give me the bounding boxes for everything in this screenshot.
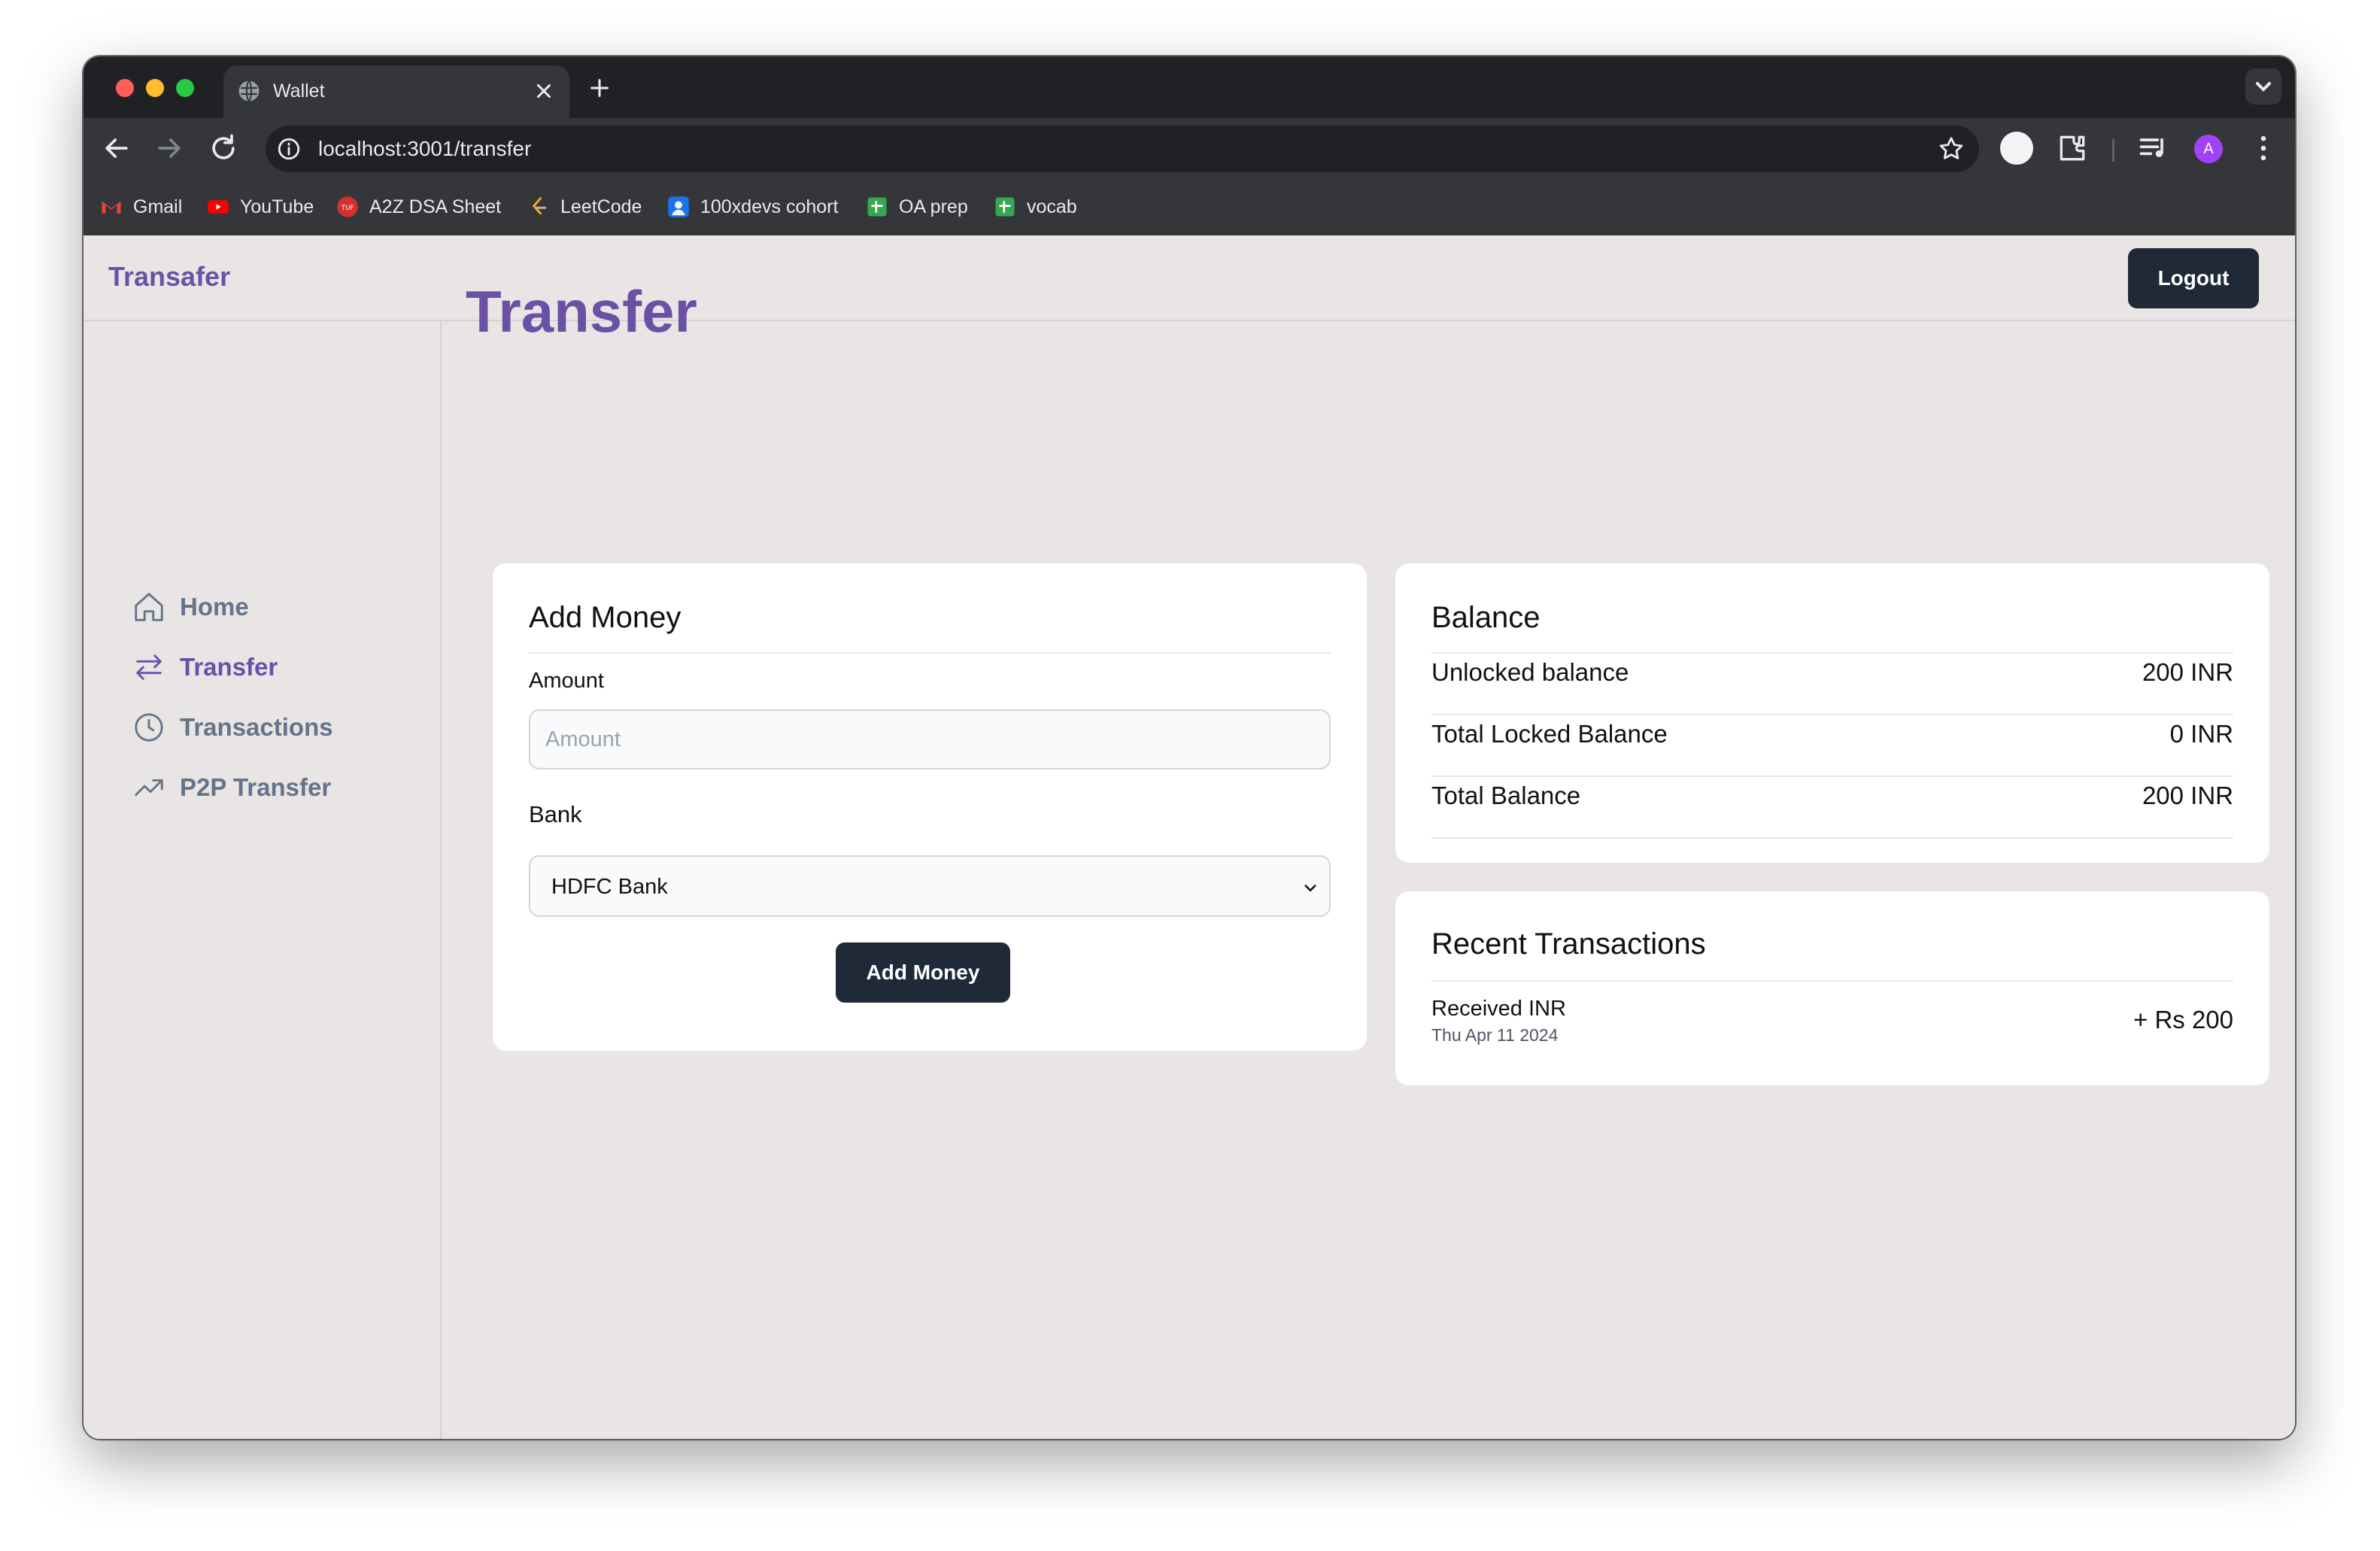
profile-avatar[interactable]: A bbox=[2194, 135, 2223, 163]
minimize-window-button[interactable] bbox=[146, 79, 164, 97]
bookmark-star-icon[interactable] bbox=[1937, 135, 1966, 163]
balance-row-total: Total Balance 200 INR bbox=[1431, 777, 2233, 839]
balance-label: Total Balance bbox=[1431, 782, 1581, 809]
card-divider bbox=[529, 652, 1331, 654]
bookmark-a2z-dsa-sheet[interactable]: TUF A2Z DSA Sheet bbox=[336, 193, 501, 220]
bookmark-100xdevs-cohort[interactable]: 100xdevs cohort bbox=[667, 193, 838, 220]
clock-icon bbox=[135, 713, 163, 742]
bank-selected-value: HDFC Bank bbox=[551, 875, 668, 899]
transaction-date: Thu Apr 11 2024 bbox=[1431, 1025, 1559, 1045]
transaction-title: Received INR bbox=[1431, 997, 1566, 1021]
gmail-icon bbox=[102, 201, 121, 214]
svg-text:TUF: TUF bbox=[341, 205, 354, 212]
bookmarks-bar: Gmail YouTube TUF A2Z DSA Sheet LeetCode bbox=[83, 178, 2295, 235]
balance-value: 200 INR bbox=[2142, 782, 2233, 809]
brand-logo[interactable]: Transafer bbox=[108, 261, 230, 293]
amount-input[interactable] bbox=[529, 709, 1331, 769]
bookmark-leetcode[interactable]: LeetCode bbox=[527, 193, 642, 220]
browser-tab[interactable]: Wallet bbox=[223, 65, 569, 118]
sidebar: Home Transfer Transactions P2P Transfer bbox=[83, 321, 442, 1439]
balance-row-locked: Total Locked Balance 0 INR bbox=[1431, 715, 2233, 777]
balance-row-unlocked: Unlocked balance 200 INR bbox=[1431, 654, 2233, 715]
page-title: Transfer bbox=[466, 278, 697, 344]
balance-value: 200 INR bbox=[2142, 658, 2233, 686]
transfer-arrows-icon bbox=[136, 654, 162, 680]
balance-card: Balance Unlocked balance 200 INR Total L… bbox=[1395, 563, 2269, 863]
bookmark-youtube[interactable]: YouTube bbox=[207, 193, 314, 220]
tab-search-button[interactable] bbox=[2245, 68, 2281, 105]
cohort-icon bbox=[668, 196, 689, 217]
tuf-icon: TUF bbox=[337, 196, 358, 217]
app-viewport: Transafer Logout Home Transfer Transacti… bbox=[83, 235, 2295, 1439]
url-text: localhost:3001/transfer bbox=[318, 137, 532, 160]
back-arrow-icon[interactable] bbox=[100, 132, 133, 165]
bank-select[interactable]: HDFC Bank bbox=[529, 855, 1331, 917]
balance-value: 0 INR bbox=[2169, 720, 2233, 748]
amount-label: Amount bbox=[529, 669, 604, 693]
sidebar-item-transactions[interactable]: Transactions bbox=[132, 705, 333, 750]
add-money-title: Add Money bbox=[529, 601, 682, 634]
recent-transactions-title: Recent Transactions bbox=[1431, 927, 1706, 961]
add-money-button[interactable]: Add Money bbox=[836, 942, 1010, 1003]
chevron-down-icon bbox=[2256, 82, 2271, 92]
sheets-icon bbox=[995, 197, 1015, 217]
balance-label: Total Locked Balance bbox=[1431, 720, 1668, 748]
bookmark-vocab[interactable]: vocab bbox=[994, 193, 1077, 220]
new-tab-icon[interactable] bbox=[586, 74, 613, 102]
close-tab-icon[interactable] bbox=[530, 77, 557, 105]
bookmark-oa-prep[interactable]: OA prep bbox=[866, 193, 968, 220]
trending-up-icon bbox=[135, 779, 163, 797]
forward-arrow-icon[interactable] bbox=[153, 132, 186, 165]
sidebar-item-home[interactable]: Home bbox=[132, 584, 249, 630]
maximize-window-button[interactable] bbox=[176, 79, 194, 97]
leetcode-icon bbox=[532, 197, 547, 215]
extension-profile-icon[interactable] bbox=[2000, 132, 2033, 165]
tab-title: Wallet bbox=[273, 80, 325, 102]
tab-strip: Wallet bbox=[83, 56, 2295, 118]
balance-title: Balance bbox=[1431, 601, 1541, 634]
balance-label: Unlocked balance bbox=[1431, 658, 1629, 686]
site-info-icon[interactable] bbox=[276, 136, 302, 162]
logout-button[interactable]: Logout bbox=[2128, 248, 2259, 308]
close-window-button[interactable] bbox=[116, 79, 134, 97]
bank-label: Bank bbox=[529, 801, 582, 827]
media-control-icon[interactable] bbox=[2137, 132, 2170, 165]
browser-window: Wallet localhost:3001/transfer A Gmail Y… bbox=[83, 56, 2295, 1439]
browser-toolbar: localhost:3001/transfer A bbox=[83, 118, 2295, 178]
card-divider bbox=[1431, 980, 2233, 982]
sidebar-item-p2p-transfer[interactable]: P2P Transfer bbox=[132, 765, 331, 810]
bookmark-gmail[interactable]: Gmail bbox=[100, 193, 182, 220]
sheets-icon bbox=[867, 197, 887, 217]
chevron-down-icon bbox=[1304, 885, 1316, 892]
sidebar-item-transfer[interactable]: Transfer bbox=[132, 645, 278, 690]
extensions-puzzle-icon[interactable] bbox=[2056, 132, 2089, 165]
globe-icon bbox=[238, 80, 260, 102]
reload-icon[interactable] bbox=[207, 132, 240, 165]
youtube-icon bbox=[208, 200, 229, 214]
address-bar[interactable]: localhost:3001/transfer bbox=[266, 126, 1979, 172]
add-money-card: Add Money Amount Bank HDFC Bank Add Mone… bbox=[493, 563, 1367, 1051]
home-icon bbox=[135, 593, 163, 621]
recent-transactions-card: Recent Transactions Received INR Thu Apr… bbox=[1395, 891, 2269, 1085]
toolbar-separator bbox=[2112, 139, 2114, 162]
more-vertical-icon[interactable] bbox=[2247, 132, 2280, 165]
app-header: Transafer Logout bbox=[83, 235, 2295, 321]
transaction-amount: + Rs 200 bbox=[2133, 1006, 2233, 1033]
